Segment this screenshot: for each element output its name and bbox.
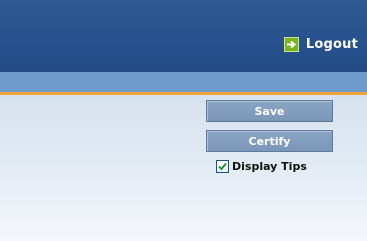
navigation-subbar [0, 72, 367, 92]
logout-link[interactable]: Logout [283, 37, 358, 52]
top-header: Logout [0, 0, 367, 72]
certify-button[interactable]: Certify [206, 130, 333, 152]
display-tips-checkbox[interactable] [216, 160, 229, 173]
logout-label[interactable]: Logout [306, 37, 358, 52]
exit-arrow-icon[interactable] [283, 37, 299, 52]
display-tips-option[interactable]: Display Tips [216, 160, 307, 173]
checkmark-icon [218, 162, 227, 171]
display-tips-label[interactable]: Display Tips [232, 160, 307, 173]
content-area: Save Certify Display Tips [0, 95, 367, 241]
save-button[interactable]: Save [206, 100, 333, 122]
